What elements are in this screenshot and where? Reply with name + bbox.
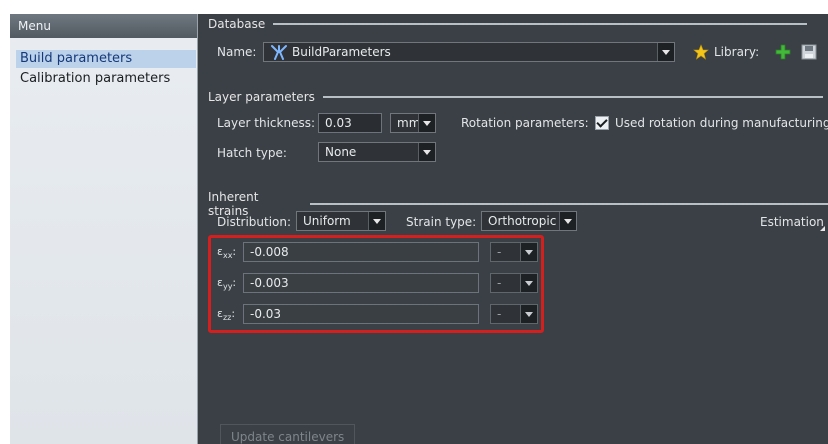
hatch-type-value: None [325, 145, 357, 159]
epsilon-zz-sub: zz [222, 313, 232, 323]
update-cantilevers-button[interactable]: Update cantilevers [220, 424, 356, 444]
epsilon-zz-label: εzz: [217, 307, 236, 323]
estimation-corner-icon [820, 226, 825, 231]
epsilon-yy-unit-dropdown[interactable]: - [490, 273, 538, 293]
hatch-type-dropdown[interactable]: None [318, 142, 436, 162]
database-group-title: Database [208, 17, 808, 31]
epsilon-xx-unit: - [497, 245, 502, 259]
hatch-type-label: Hatch type: [217, 146, 287, 160]
estimation-button[interactable]: Estimation [760, 215, 824, 229]
star-icon[interactable] [693, 44, 709, 60]
strain-type-value: Orthotropic [488, 214, 557, 228]
epsilon-yy-input[interactable]: -0.003 [243, 273, 479, 293]
left-menu: Menu Build parameters Calibration parame… [10, 14, 198, 444]
epsilon-xx-arrow-icon[interactable] [520, 243, 537, 261]
epsilon-zz-input[interactable]: -0.03 [243, 304, 479, 324]
distribution-label: Distribution: [217, 215, 292, 229]
library-label: Library: [714, 45, 760, 59]
epsilon-xx-label: εxx: [217, 245, 237, 261]
layer-thickness-unit-value: mm [397, 116, 421, 130]
epsilon-yy-unit: - [497, 276, 502, 290]
layer-thickness-label: Layer thickness: [217, 116, 315, 130]
epsilon-xx-input[interactable]: -0.008 [243, 242, 479, 262]
epsilon-xx-sub: xx [222, 251, 233, 261]
name-dropdown[interactable]: BuildParameters [263, 42, 675, 62]
distribution-dropdown[interactable]: Uniform [296, 211, 386, 231]
name-label: Name: [217, 45, 257, 59]
name-dropdown-arrow-icon[interactable] [657, 43, 674, 61]
app-window: Menu Build parameters Calibration parame… [10, 14, 828, 444]
distribution-arrow-icon[interactable] [368, 212, 385, 230]
menu-item-calibration-parameters[interactable]: Calibration parameters [16, 70, 196, 88]
add-icon[interactable] [774, 43, 792, 61]
rotation-checkbox-label[interactable]: Used rotation during manufacturing [615, 116, 828, 130]
database-group-label: Database [208, 17, 266, 31]
epsilon-yy-arrow-icon[interactable] [520, 274, 537, 292]
layer-group-rule [322, 96, 823, 98]
hatch-dropdown-arrow-icon[interactable] [418, 143, 435, 161]
main-panel: Database Name: BuildParameters Library: … [200, 14, 828, 444]
epsilon-zz-unit-dropdown[interactable]: - [490, 304, 538, 324]
layer-thickness-unit-dropdown[interactable]: mm [390, 113, 436, 133]
save-icon[interactable] [800, 43, 818, 61]
name-value: BuildParameters [292, 45, 391, 59]
strains-group-label: Inherent strains [208, 190, 259, 218]
epsilon-xx-unit-dropdown[interactable]: - [490, 242, 538, 262]
unit-dropdown-arrow-icon[interactable] [418, 114, 435, 132]
epsilon-yy-label: εyy: [217, 276, 237, 292]
strain-type-arrow-icon[interactable] [559, 212, 576, 230]
menu-item-build-parameters[interactable]: Build parameters [16, 50, 196, 68]
epsilon-zz-unit: - [497, 307, 502, 321]
layer-thickness-input[interactable]: 0.03 [318, 113, 382, 133]
epsilon-zz-arrow-icon[interactable] [520, 305, 537, 323]
database-group-rule [273, 23, 808, 25]
rotation-checkbox[interactable] [595, 116, 609, 130]
build-parameters-icon [271, 45, 287, 60]
rotation-parameters-label: Rotation parameters: [461, 116, 589, 130]
epsilon-yy-sub: yy [222, 282, 233, 292]
layer-group-label: Layer parameters [208, 90, 315, 104]
strain-type-dropdown[interactable]: Orthotropic [481, 211, 577, 231]
strain-type-label: Strain type: [406, 215, 477, 229]
distribution-value: Uniform [303, 214, 351, 228]
layer-group-title: Layer parameters [208, 90, 823, 104]
menu-title: Menu [10, 14, 197, 38]
strains-group-rule [310, 203, 828, 205]
